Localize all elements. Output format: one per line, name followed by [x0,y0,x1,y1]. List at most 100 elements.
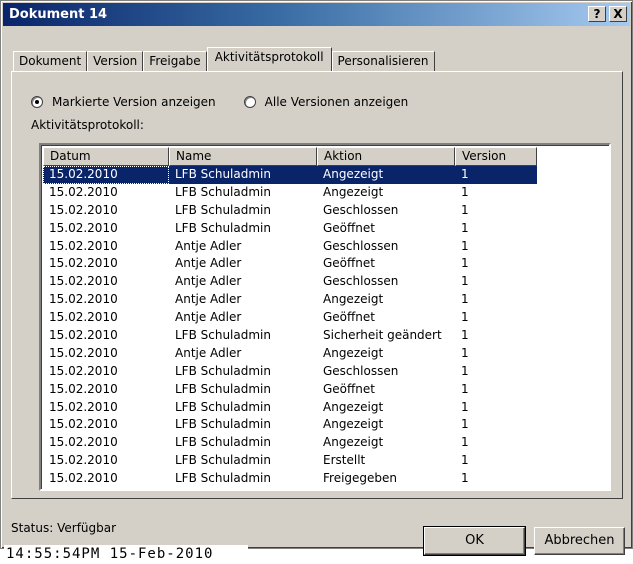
radio-marked-version-label[interactable]: Markierte Version anzeigen [52,95,216,109]
tab-freigabe[interactable]: Freigabe [143,51,207,71]
table-cell: 15.02.2010 [49,399,118,414]
table-cell: 1 [461,345,469,360]
table-cell: 1 [461,310,469,325]
table-cell: 15.02.2010 [49,256,118,271]
table-cell: LFB Schuladmin [175,184,271,199]
table-cell: Antje Adler [175,310,242,325]
version-filter: Markierte Version anzeigen Alle Versione… [31,93,436,111]
header-version[interactable]: Version [455,147,537,166]
table-cell: 1 [461,399,469,414]
table-cell: Geöffnet [323,310,375,325]
dialog-window: Dokument 14 ? X Dokument Version Freigab… [0,0,633,556]
table-cell: 1 [461,363,469,378]
table-cell: LFB Schuladmin [175,435,271,450]
table-row[interactable]: 15.02.2010 LFB Schuladmin Angezeigt 1 [43,416,537,434]
table-cell: Angezeigt [323,435,384,450]
table-cell: LFB Schuladmin [175,399,271,414]
list-body: 15.02.2010 LFB Schuladmin Angezeigt 1 15.02.… [43,166,537,488]
table-cell: 15.02.2010 [49,363,118,378]
table-row[interactable]: 15.02.2010 Antje Adler Geöffnet 1 [43,255,537,273]
table-cell: Angezeigt [323,399,384,414]
table-cell: Erstellt [323,453,366,468]
table-cell: 1 [461,202,469,217]
table-cell: Angezeigt [323,184,384,199]
table-cell: 15.02.2010 [49,435,118,450]
timestamp-overlay: 14:55:54PM 15-Feb-2010 [4,545,248,564]
table-cell: 1 [455,166,537,184]
radio-marked-version[interactable] [31,96,43,108]
radio-all-versions-label[interactable]: Alle Versionen anzeigen [265,95,409,109]
table-cell: 1 [461,238,469,253]
header-aktion[interactable]: Aktion [317,147,455,166]
help-button[interactable]: ? [588,6,606,22]
tab-dokument[interactable]: Dokument [13,51,88,71]
table-cell: 15.02.2010 [49,453,118,468]
table-cell: LFB Schuladmin [169,166,317,184]
table-cell: 1 [461,471,469,486]
activity-log-list[interactable]: Datum Name Aktion Version 15.02.2010 LFB … [39,143,611,491]
table-cell: 15.02.2010 [49,202,118,217]
table-cell: Antje Adler [175,292,242,307]
table-cell: 1 [461,292,469,307]
table-cell: Geöffnet [323,220,375,235]
table-cell: 15.02.2010 [49,417,118,432]
table-cell: 15.02.2010 [49,238,118,253]
table-cell: Geschlossen [323,274,399,289]
table-row[interactable]: 15.02.2010 LFB Schuladmin Freigegeben 1 [43,470,537,488]
table-cell: LFB Schuladmin [175,202,271,217]
tab-aktivitaetsprotokoll[interactable]: Aktivitätsprotokoll [206,47,332,71]
table-cell: LFB Schuladmin [175,363,271,378]
table-row[interactable]: 15.02.2010 LFB Schuladmin Angezeigt 1 [43,166,537,184]
table-cell: Antje Adler [175,256,242,271]
table-row[interactable]: 15.02.2010 LFB Schuladmin Geöffnet 1 [43,381,537,399]
table-cell: LFB Schuladmin [175,453,271,468]
list-header: Datum Name Aktion Version [43,147,537,166]
title-bar[interactable]: Dokument 14 ? X [3,3,630,26]
table-cell: Antje Adler [175,345,242,360]
table-row[interactable]: 15.02.2010 LFB Schuladmin Geöffnet 1 [43,220,537,238]
table-cell: 1 [461,453,469,468]
table-cell: LFB Schuladmin [175,381,271,396]
table-cell: 15.02.2010 [49,220,118,235]
table-cell: 1 [461,274,469,289]
table-row[interactable]: 15.02.2010 LFB Schuladmin Angezeigt 1 [43,184,537,202]
table-cell: LFB Schuladmin [175,328,271,343]
table-cell: Geöffnet [323,256,375,271]
table-cell: 15.02.2010 [43,166,169,184]
table-cell: Geschlossen [323,202,399,217]
status-text: Status: Verfügbar [11,521,117,535]
table-cell: Angezeigt [317,166,455,184]
table-cell: Sicherheit geändert [323,328,442,343]
tab-strip: Dokument Version Freigabe Aktivitätsprot… [13,47,435,71]
table-cell: Geöffnet [323,381,375,396]
table-cell: LFB Schuladmin [175,417,271,432]
table-cell: Angezeigt [323,417,384,432]
table-cell: Antje Adler [175,274,242,289]
table-row[interactable]: 15.02.2010 Antje Adler Angezeigt 1 [43,291,537,309]
ok-button[interactable]: OK [423,526,526,556]
table-row[interactable]: 15.02.2010 LFB Schuladmin Angezeigt 1 [43,434,537,452]
window-title: Dokument 14 [9,7,108,22]
cancel-button[interactable]: Abbrechen [534,527,625,555]
header-name[interactable]: Name [169,147,317,166]
radio-all-versions[interactable] [243,96,256,108]
table-cell: 15.02.2010 [49,345,118,360]
header-datum[interactable]: Datum [43,147,169,166]
table-row[interactable]: 15.02.2010 Antje Adler Angezeigt 1 [43,345,537,363]
table-cell: 1 [461,220,469,235]
table-row[interactable]: 15.02.2010 LFB Schuladmin Erstellt 1 [43,452,537,470]
table-cell: Geschlossen [323,238,399,253]
close-button[interactable]: X [609,6,627,22]
table-row[interactable]: 15.02.2010 LFB Schuladmin Angezeigt 1 [43,399,537,417]
table-row[interactable]: 15.02.2010 Antje Adler Geschlossen 1 [43,238,537,256]
table-cell: Angezeigt [323,292,384,307]
table-row[interactable]: 15.02.2010 LFB Schuladmin Sicherheit geänd… [43,327,537,345]
table-cell: 15.02.2010 [49,274,118,289]
table-row[interactable]: 15.02.2010 LFB Schuladmin Geschlossen 1 [43,363,537,381]
tab-version[interactable]: Version [87,51,144,71]
table-row[interactable]: 15.02.2010 LFB Schuladmin Geschlossen 1 [43,202,537,220]
table-cell: 1 [461,417,469,432]
tab-personalisieren[interactable]: Personalisieren [331,51,435,71]
table-row[interactable]: 15.02.2010 Antje Adler Geschlossen 1 [43,273,537,291]
table-row[interactable]: 15.02.2010 Antje Adler Geöffnet 1 [43,309,537,327]
